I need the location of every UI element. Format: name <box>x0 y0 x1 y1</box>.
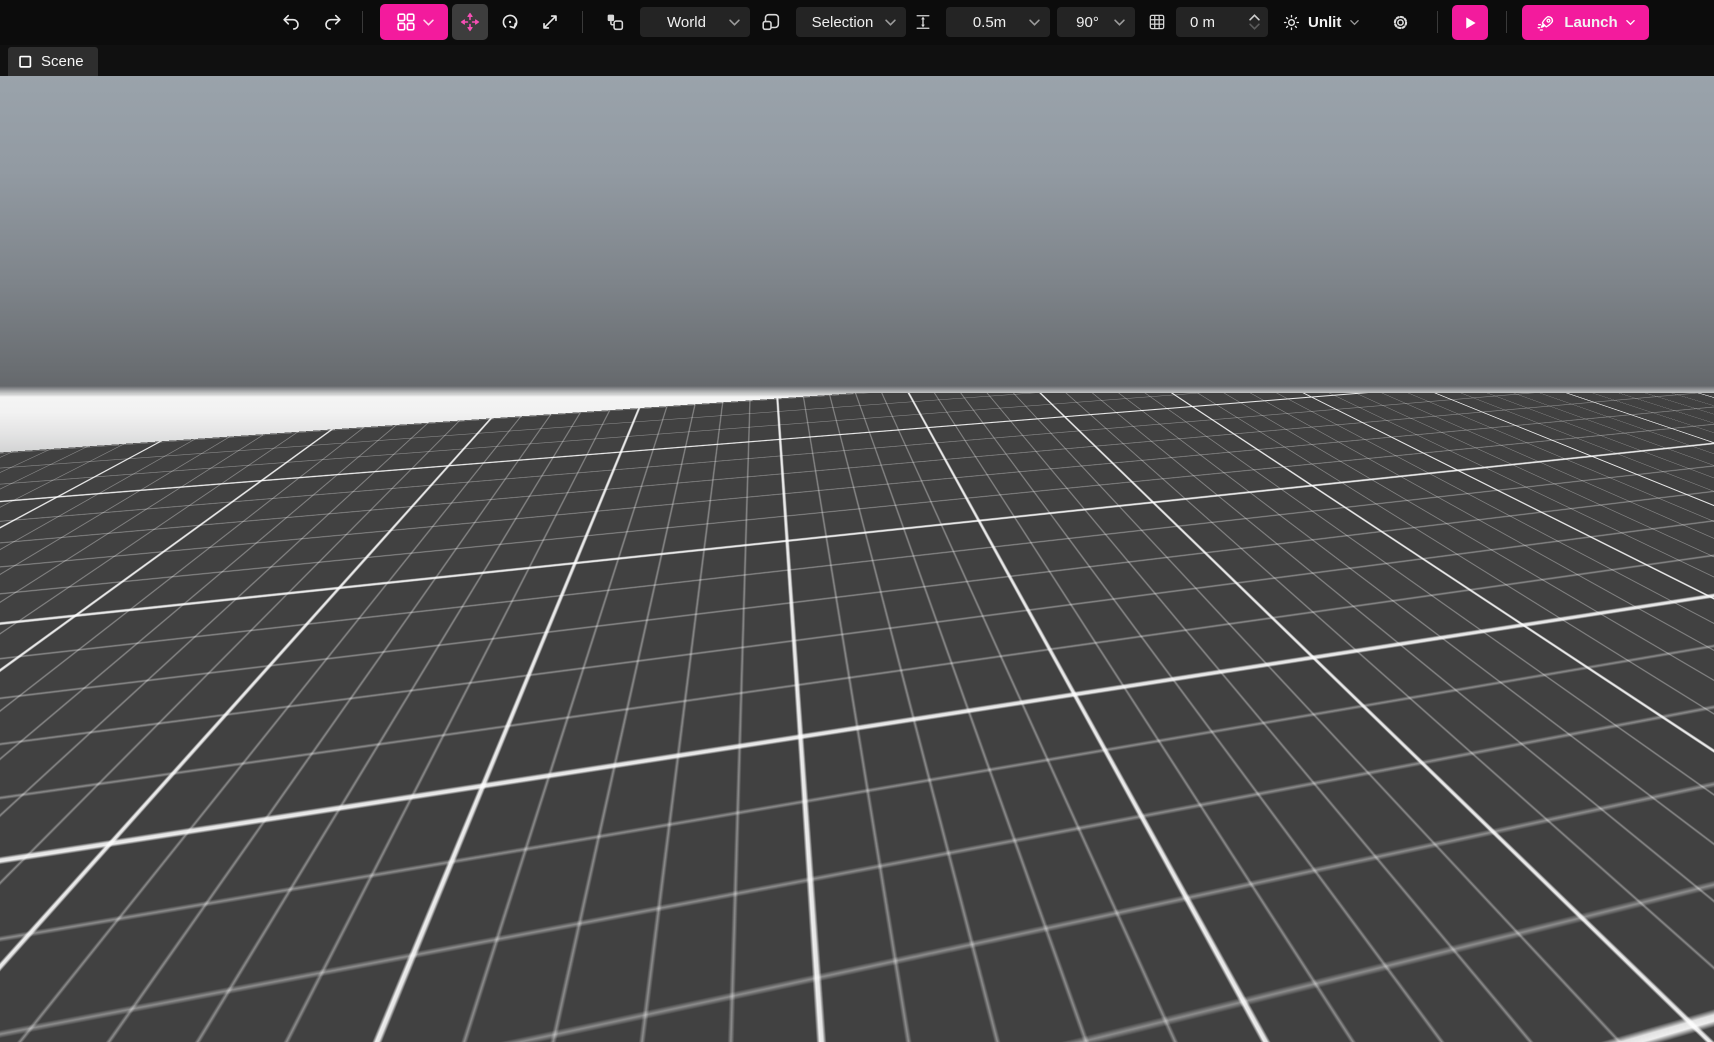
move-arrows-icon <box>459 11 481 33</box>
lighting-value: Unlit <box>1308 14 1341 31</box>
toolbar-divider <box>1506 11 1507 33</box>
redo-icon <box>322 11 344 33</box>
scale-tool-button[interactable] <box>534 7 566 37</box>
chevron-down-icon <box>729 19 740 26</box>
parent-child-icon <box>604 11 626 33</box>
mouse-left-button-icon <box>10 1010 27 1036</box>
tab-bar: Scene <box>0 45 1714 76</box>
stepper-down-icon[interactable] <box>1249 23 1260 30</box>
rotate-increment-value: 90° <box>1067 14 1108 31</box>
grid-3x3-icon <box>1147 12 1167 32</box>
chevron-down-icon <box>1029 19 1040 26</box>
lighting-dropdown[interactable]: Unlit <box>1282 7 1359 37</box>
chevron-down-icon <box>423 19 434 26</box>
avatar-body <box>995 517 1036 616</box>
chevron-down-icon <box>1350 19 1359 26</box>
move-increment-dropdown[interactable]: 0.5m <box>946 7 1050 37</box>
chevron-down-icon <box>1114 19 1125 26</box>
gear-icon <box>1390 12 1411 33</box>
spawn-cone-marker <box>1004 602 1027 708</box>
transform-space-dropdown[interactable]: World <box>640 7 750 37</box>
grid-height-stepper[interactable]: 0 m <box>1176 7 1268 37</box>
play-button[interactable] <box>1452 5 1488 40</box>
stepper-up-icon[interactable] <box>1249 14 1260 21</box>
rotate-increment-dropdown[interactable]: 90° <box>1057 7 1135 37</box>
mouse-hints: Orbit / Select Pan Fly <box>10 1010 235 1036</box>
hint-pan: Pan <box>131 1010 182 1036</box>
grid-2x2-icon <box>395 11 417 33</box>
gaze-direction-indicator <box>972 528 1002 531</box>
settings-button[interactable] <box>1384 7 1416 37</box>
pivot-value: Selection <box>806 14 879 31</box>
toolbar-divider <box>362 11 363 33</box>
chevron-down-icon <box>1626 19 1635 26</box>
rotate-icon <box>499 11 521 33</box>
undo-button[interactable] <box>276 7 306 37</box>
sky-gradient <box>0 76 1714 394</box>
ground-plane-clip <box>0 393 1714 1042</box>
vertical-stretch-icon <box>913 12 933 32</box>
scale-icon <box>539 11 561 33</box>
chevron-down-icon <box>885 19 896 26</box>
group-tool-button[interactable] <box>598 7 632 37</box>
editor-window: World Selection 0.5m 90° <box>0 0 1714 1042</box>
grid-toggle-button[interactable] <box>1142 7 1172 37</box>
height-snap-button[interactable] <box>908 7 938 37</box>
scene-viewport[interactable]: Orbit / Select Pan Fly <box>0 76 1714 1042</box>
mouse-middle-button-icon <box>131 1010 148 1036</box>
move-increment-value: 0.5m <box>956 14 1023 31</box>
undo-icon <box>280 11 302 33</box>
play-icon <box>1461 14 1479 32</box>
pivot-dropdown[interactable]: Selection <box>796 7 906 37</box>
launch-label: Launch <box>1564 14 1617 31</box>
rotate-tool-button[interactable] <box>494 7 526 37</box>
toolbar: World Selection 0.5m 90° <box>0 0 1714 45</box>
hint-fly: Fly <box>191 1010 235 1036</box>
rocket-icon <box>1536 13 1556 33</box>
scene-tab-icon <box>18 54 33 69</box>
launch-button[interactable]: Launch <box>1522 5 1649 40</box>
hint-orbit-select: Orbit / Select <box>10 1010 121 1036</box>
redo-button[interactable] <box>318 7 348 37</box>
avatar-spawn-point[interactable] <box>972 512 1038 712</box>
transform-space-value: World <box>650 14 723 31</box>
sun-icon <box>1282 13 1301 32</box>
hint-label: Pan <box>155 1015 182 1032</box>
hint-label: Fly <box>215 1015 235 1032</box>
bounds-tool-button[interactable] <box>754 7 788 37</box>
scene-tab-label: Scene <box>41 53 84 70</box>
tab-scene[interactable]: Scene <box>8 47 98 76</box>
grid-height-value: 0 m <box>1190 14 1241 31</box>
nested-squares-icon <box>760 11 782 33</box>
hint-label: Orbit / Select <box>34 1015 121 1032</box>
toolbar-divider <box>582 11 583 33</box>
mouse-right-button-icon <box>191 1010 208 1036</box>
toolbar-divider <box>1437 11 1438 33</box>
snap-grid-dropdown[interactable] <box>380 4 448 40</box>
move-tool-button[interactable] <box>452 4 488 40</box>
